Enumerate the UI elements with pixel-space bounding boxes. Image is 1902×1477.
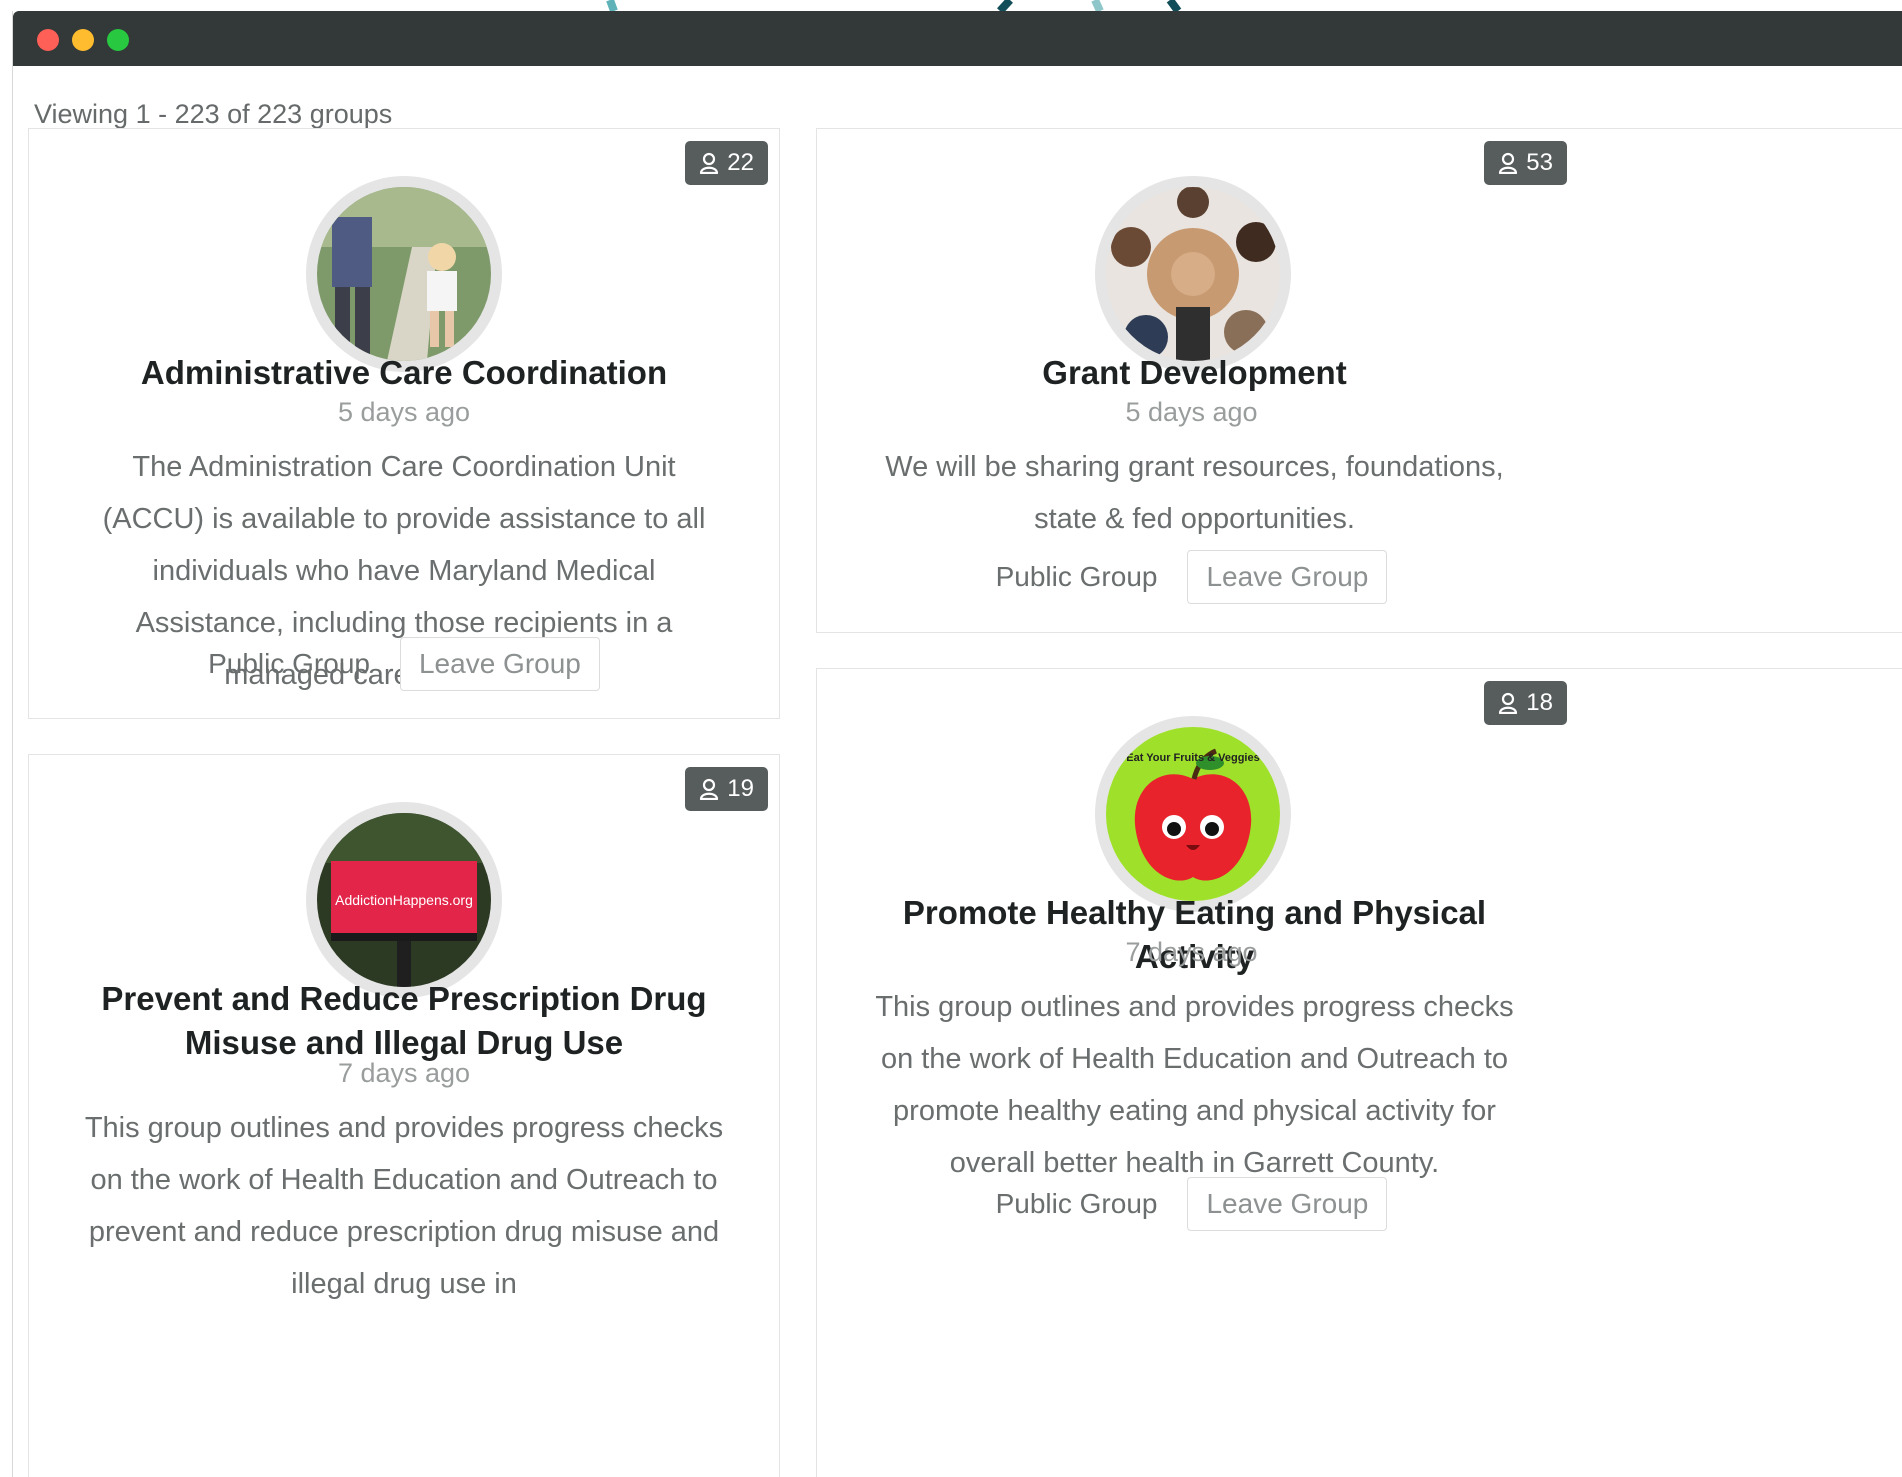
group-avatar[interactable]: Eat Your Fruits & Veggies bbox=[1095, 716, 1291, 912]
group-actions: Public Group Leave Group bbox=[29, 637, 779, 691]
group-card: 22 Administrative Care Coordination 5 da… bbox=[28, 128, 780, 719]
leave-group-button[interactable]: Leave Group bbox=[399, 637, 600, 691]
group-last-active: 5 days ago bbox=[1125, 397, 1258, 427]
group-type: Public Group bbox=[995, 561, 1158, 592]
apple-logo-icon: Eat Your Fruits & Veggies bbox=[1106, 727, 1280, 901]
logo-text: Eat Your Fruits & Veggies bbox=[1126, 752, 1259, 764]
leave-group-button[interactable]: Leave Group bbox=[1187, 550, 1388, 604]
group-last-active: 7 days ago bbox=[337, 1058, 471, 1088]
group-avatar[interactable] bbox=[1095, 176, 1291, 372]
group-last-active: 7 days ago bbox=[1125, 937, 1258, 967]
group-type: Public Group bbox=[995, 1188, 1158, 1219]
minimize-window-button[interactable] bbox=[72, 29, 94, 51]
results-count: Viewing 1 - 223 of 223 groups bbox=[34, 99, 393, 129]
group-type: Public Group bbox=[208, 648, 370, 679]
parent-child-photo-icon bbox=[317, 187, 491, 361]
group-avatar[interactable] bbox=[306, 176, 502, 372]
team-hands-photo-icon bbox=[1106, 187, 1280, 361]
group-description: We will be sharing grant resources, foun… bbox=[885, 451, 1504, 535]
group-last-active: 5 days ago bbox=[337, 397, 471, 427]
member-count: 53 bbox=[1526, 149, 1553, 176]
member-count-badge[interactable]: 18 bbox=[1484, 681, 1567, 725]
group-avatar[interactable]: AddictionHappens.org bbox=[306, 802, 502, 998]
member-count: 18 bbox=[1526, 689, 1553, 716]
user-icon bbox=[1499, 692, 1518, 714]
group-description: This group outlines and provides progres… bbox=[875, 991, 1514, 1179]
group-title[interactable]: Prevent and Reduce Prescription Drug Mis… bbox=[59, 977, 749, 1065]
maximize-window-button[interactable] bbox=[107, 29, 129, 51]
member-count: 19 bbox=[727, 775, 754, 802]
background-decoration bbox=[606, 0, 1182, 11]
group-card: 19 AddictionHappens.org Prevent and Redu… bbox=[28, 754, 780, 1477]
user-icon bbox=[1499, 152, 1518, 174]
group-description: This group outlines and provides progres… bbox=[84, 1112, 724, 1300]
close-window-button[interactable] bbox=[37, 29, 59, 51]
group-card: 18 Eat Your Fruits & Veggies Promote Hea… bbox=[816, 668, 1902, 1477]
member-count-badge[interactable]: 19 bbox=[685, 767, 768, 811]
group-title[interactable]: Administrative Care Coordination bbox=[59, 351, 749, 395]
browser-window: Viewing 1 - 223 of 223 groups 22 Adminis… bbox=[12, 11, 1902, 1477]
group-actions: Public Group Leave Group bbox=[817, 1177, 1566, 1231]
group-card: 53 Grant Development 5 days ago We will … bbox=[816, 128, 1902, 633]
user-icon bbox=[700, 778, 719, 800]
user-icon bbox=[700, 152, 719, 174]
member-count: 22 bbox=[727, 149, 754, 176]
billboard-photo-icon: AddictionHappens.org bbox=[317, 813, 491, 987]
group-actions: Public Group Leave Group bbox=[817, 550, 1566, 604]
billboard-text: AddictionHappens.org bbox=[335, 892, 473, 908]
member-count-badge[interactable]: 22 bbox=[685, 141, 768, 185]
member-count-badge[interactable]: 53 bbox=[1484, 141, 1567, 185]
leave-group-button[interactable]: Leave Group bbox=[1187, 1177, 1388, 1231]
group-title[interactable]: Grant Development bbox=[847, 351, 1542, 395]
window-titlebar bbox=[13, 11, 1902, 66]
